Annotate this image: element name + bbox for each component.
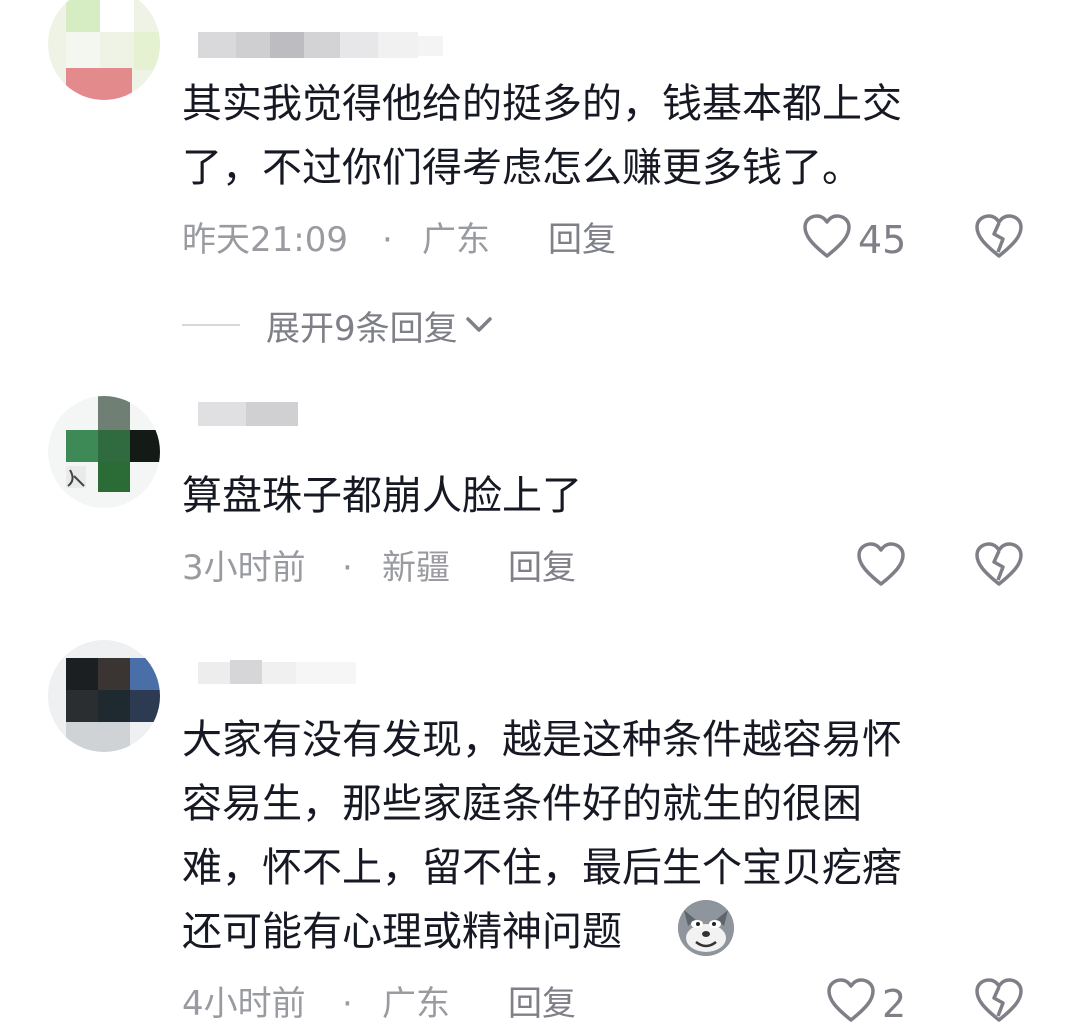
heart-outline-icon [827,978,875,1022]
comment-text-line: 了，不过你们得考虑怎么赚更多钱了。 [182,145,862,191]
dislike-button[interactable] [974,214,1024,264]
dislike-button[interactable] [974,542,1024,592]
comment-timestamp: 4小时前 [182,984,306,1024]
like-button[interactable] [856,542,906,592]
avatar-image [48,0,160,100]
comment-text: 其实我觉得他给的挺多的，钱基本都上交 了，不过你们得考虑怎么赚更多钱了。 [182,72,902,200]
reply-button[interactable]: 回复 [548,220,616,260]
comment-text: 大家有没有发现，越是这种条件越容易怀 容易生，那些家庭条件好的就生的很困 难，怀… [182,708,902,964]
wolf-emoji-image [678,900,734,956]
like-button[interactable] [802,214,852,264]
blurred-username-image [198,402,298,426]
blurred-username-image [198,32,443,58]
comment-text-line: 难，怀不上，留不住，最后生个宝贝疙瘩 [182,845,902,891]
like-button[interactable] [826,978,876,1028]
heart-outline-icon [803,214,851,258]
meta-separator: · [342,984,353,1024]
avatar-image [48,640,160,752]
heart-outline-icon [857,542,905,586]
broken-heart-icon [975,978,1023,1022]
reply-button[interactable]: 回复 [508,984,576,1024]
chevron-down-icon [465,317,492,332]
username-blurred[interactable] [198,658,358,688]
comment-text: 算盘珠子都崩人脸上了 [182,464,582,528]
comment-timestamp: 3小时前 [182,548,306,588]
comment-text-line: 其实我觉得他给的挺多的，钱基本都上交 [182,81,902,127]
divider-line [182,324,240,326]
comment-text-line: 容易生，那些家庭条件好的就生的很困 [182,781,862,827]
avatar[interactable] [48,396,160,508]
dislike-button[interactable] [974,978,1024,1028]
expand-replies-label: 展开9条回复 [266,308,458,349]
comment-text-line: 还可能有心理或精神问题 [182,909,622,955]
broken-heart-icon [975,542,1023,586]
reply-button[interactable]: 回复 [508,548,576,588]
like-count: 45 [858,218,907,262]
avatar-image [48,396,160,508]
username-blurred[interactable] [198,30,443,60]
comment-location: 新疆 [382,548,450,588]
expand-replies[interactable]: 展开9条回复 [182,303,494,349]
comment-location: 广东 [422,220,490,260]
avatar[interactable] [48,0,160,100]
meta-separator: · [342,548,353,588]
meta-separator: · [382,220,393,260]
comment-location: 广东 [382,984,450,1024]
like-count: 2 [882,982,907,1026]
username-blurred[interactable] [198,400,298,430]
comment-text-line: 算盘珠子都崩人脸上了 [182,473,582,519]
blurred-username-image [198,660,356,684]
comment-text-line: 大家有没有发现，越是这种条件越容易怀 [182,717,902,763]
wolf-emoji-icon [678,900,734,956]
broken-heart-icon [975,214,1023,258]
comment-timestamp: 昨天21:09 [182,220,348,260]
avatar[interactable] [48,640,160,752]
